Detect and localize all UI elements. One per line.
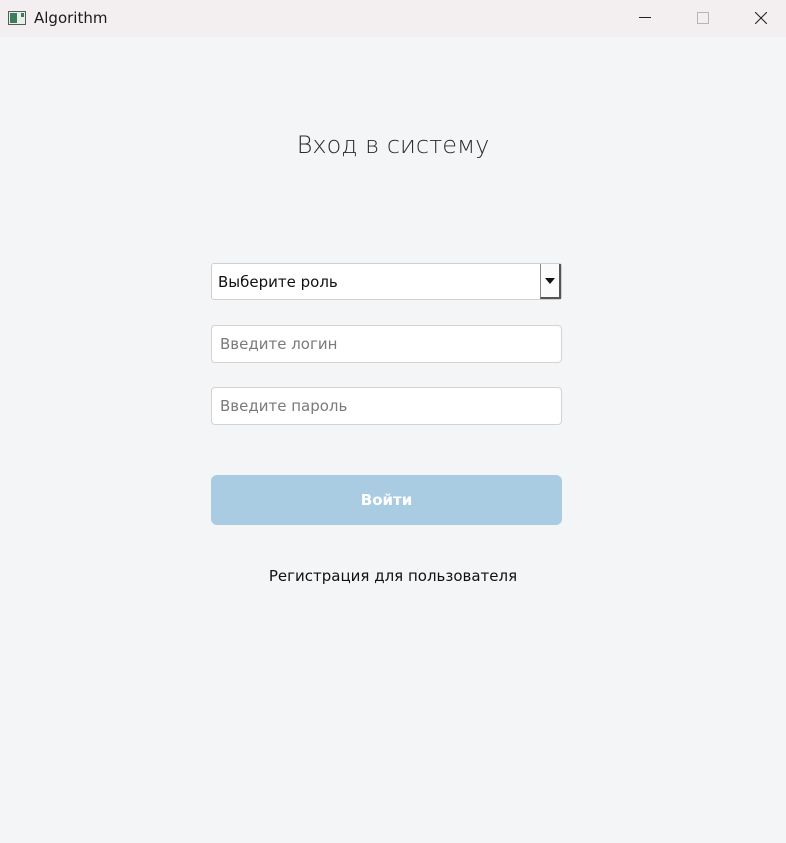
role-dropdown-button[interactable] <box>540 264 561 299</box>
password-field-container <box>211 387 562 425</box>
close-button[interactable] <box>738 0 784 37</box>
role-select[interactable]: Выберите роль <box>211 263 562 300</box>
title-bar[interactable]: Algorithm <box>0 0 786 37</box>
login-window: Algorithm Вход в систему Выберите роль В… <box>0 0 786 843</box>
caret-down-icon <box>545 278 555 284</box>
minimize-icon <box>639 17 651 18</box>
window-title: Algorithm <box>34 9 108 27</box>
page-title: Вход в систему <box>296 131 490 159</box>
login-field-container <box>211 325 562 363</box>
close-icon <box>755 12 767 24</box>
maximize-button[interactable] <box>680 0 726 37</box>
app-window-icon <box>8 11 26 25</box>
login-input[interactable] <box>212 326 561 362</box>
login-button[interactable]: Войти <box>211 475 562 525</box>
password-input[interactable] <box>212 388 561 424</box>
maximize-icon <box>697 12 709 24</box>
minimize-button[interactable] <box>622 0 668 37</box>
role-select-value: Выберите роль <box>218 273 338 291</box>
register-link[interactable]: Регистрация для пользователя <box>0 567 786 585</box>
